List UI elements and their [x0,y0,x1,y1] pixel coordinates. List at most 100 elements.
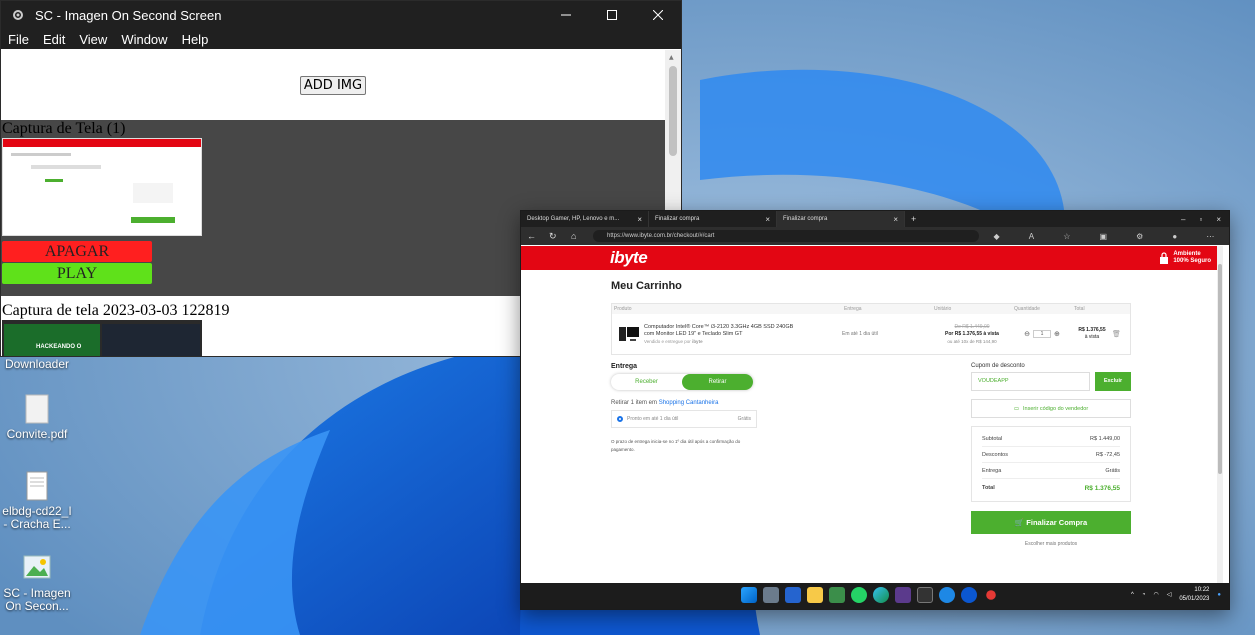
delivery-section: Entrega Receber Retirar Retirar 1 item e… [611,363,761,454]
col-delivery: Entrega [844,306,862,312]
product-name-2[interactable]: com Monitor LED 19" e Teclado Slim GT [644,331,842,338]
col-qty: Quantidade [1014,306,1040,312]
app-gear-icon [13,10,23,20]
seller-code-label: Inserir código do vendedor [1023,405,1089,412]
coupon-input[interactable]: VOUDEAPP [971,372,1090,391]
qty-input[interactable]: 1 [1033,330,1051,338]
more-icon[interactable]: ⋯ [1206,232,1214,241]
collections-icon[interactable]: ▣ [1100,232,1108,241]
favorite-icon[interactable]: ☆ [1063,232,1070,241]
close-button[interactable]: × [1216,215,1221,224]
minimize-button[interactable]: – [1181,215,1185,224]
close-tab-icon[interactable]: × [765,215,770,224]
col-total: Total [1074,306,1085,312]
browser-tab[interactable]: Finalizar compra × [649,211,777,227]
chat-icon[interactable] [961,587,977,603]
desktop-icon-sc-imagen[interactable]: SC - Imagen On Secon... [0,552,74,613]
capture-thumbnail[interactable] [2,138,202,236]
add-img-button[interactable]: ADD IMG [299,75,367,95]
menu-help[interactable]: Help [182,32,209,47]
read-aloud-icon[interactable]: A [1029,232,1034,241]
url-field[interactable]: https://www.ibyte.com.br/checkout/#/cart [593,230,979,242]
radio-selected-icon[interactable] [617,416,623,422]
home-icon[interactable]: ⌂ [571,231,593,241]
explorer-icon[interactable] [807,587,823,603]
delivery-title: Entrega [611,363,638,370]
browser-toolbar: ◆ A ☆ ▣ ⚙ ● ⋯ [979,232,1229,241]
summary-label: Subtotal [982,435,1003,442]
notification-icon[interactable]: ● [1217,591,1221,600]
volume-icon[interactable]: ◁ [1167,591,1172,600]
seller-code-button[interactable]: ▭ Inserir código do vendedor [971,399,1131,418]
edge-icon[interactable] [873,587,889,603]
pickup-option-label: Pronto em até 1 dia útil [627,416,679,422]
new-tab-icon[interactable]: + [905,214,922,224]
back-icon[interactable]: ← [527,231,549,241]
todo-icon[interactable] [785,587,801,603]
menu-file[interactable]: File [8,32,29,47]
desktop-icon-cracha[interactable]: elbdg-cd22_I - Cracha E... [0,470,74,531]
settings-icon[interactable] [763,587,779,603]
network-icon[interactable]: ◔ [1142,591,1146,600]
cart-header: Produto Entrega Unitário Quantidade Tota… [612,304,1130,314]
recorder-icon[interactable] [986,590,996,600]
photos-icon[interactable] [829,587,845,603]
terminal-icon[interactable] [917,587,933,603]
maximize-button[interactable]: ▫ [1199,215,1202,224]
order-summary-section: Cupom de desconto VOUDEAPP Excluir ▭ Ins… [971,363,1131,547]
desktop-icon-label: Convite.pdf [6,427,68,441]
close-tab-icon[interactable]: × [637,215,642,224]
remove-coupon-button[interactable]: Excluir [1095,372,1131,391]
menu-edit[interactable]: Edit [43,32,65,47]
chevron-up-icon[interactable]: ^ [1131,591,1134,600]
document-file-icon [26,471,48,501]
extension-icon[interactable]: ◆ [994,232,1000,241]
pickup-store-link[interactable]: Shopping Cantanheira [659,400,719,406]
profile-icon[interactable]: ● [1172,232,1177,241]
play-button[interactable]: PLAY [2,263,152,284]
remove-item-icon[interactable]: 🗑 [1112,330,1121,338]
minimize-button[interactable] [543,1,589,29]
browser-tab[interactable]: Desktop Gamer, HP, Lenovo e m... × [521,211,649,227]
maximize-button[interactable] [589,1,635,29]
checkout-button[interactable]: 🛒 Finalizar Compra [971,511,1131,534]
desktop-icon-downloader[interactable]: Downloader [0,358,74,371]
close-tab-icon[interactable]: × [893,215,898,224]
receive-toggle[interactable]: Receber [611,374,682,390]
desktop-icon-convite[interactable]: Convite.pdf [0,393,74,441]
secure-line1: Ambiente [1173,251,1201,257]
page-scrollbar[interactable] [1217,246,1223,584]
increase-qty-icon[interactable]: ⊕ [1054,330,1060,338]
ticket-icon: ▭ [1013,405,1020,412]
scroll-up-icon[interactable]: ▲ [669,54,674,61]
jw-icon[interactable] [895,587,911,603]
clock[interactable]: 10:22 05/01/2023 [1179,586,1209,604]
site-logo[interactable]: ibyte [610,248,648,268]
browser-tab-active[interactable]: Finalizar compra × [777,211,905,227]
summary-value: R$ -72,45 [1095,451,1120,458]
menu-window[interactable]: Window [121,32,167,47]
start-icon[interactable] [741,587,757,603]
menu-view[interactable]: View [79,32,107,47]
browser-icon[interactable] [939,587,955,603]
settings-icon[interactable]: ⚙ [1136,232,1143,241]
image-app-icon [23,555,51,579]
secure-badge: Ambiente 100% Seguro [1159,251,1211,265]
wifi-icon[interactable]: ◠ [1153,591,1158,600]
capture-thumbnail[interactable]: HACKEANDO O [2,320,202,356]
col-product: Produto [614,306,632,312]
scroll-thumb[interactable] [669,66,677,156]
pickup-toggle[interactable]: Retirar [682,374,753,390]
continue-shopping-link[interactable]: Escolher mais produtos [971,541,1131,547]
whatsapp-icon[interactable] [851,587,867,603]
refresh-icon[interactable]: ↻ [549,231,571,242]
delete-button[interactable]: APAGAR [2,241,152,262]
taskbar-apps [741,587,999,603]
summary-total: R$ 1.376,55 [1084,484,1120,492]
pickup-option[interactable]: Pronto em até 1 dia útil Grátis [611,410,757,428]
close-button[interactable] [635,1,681,29]
decrease-qty-icon[interactable]: ⊖ [1024,330,1030,338]
product-name[interactable]: Computador Intel® Core™ i3-2120 3.3GHz 4… [644,324,842,331]
product-image[interactable] [618,323,640,345]
summary-value: R$ 1.449,00 [1090,435,1120,442]
